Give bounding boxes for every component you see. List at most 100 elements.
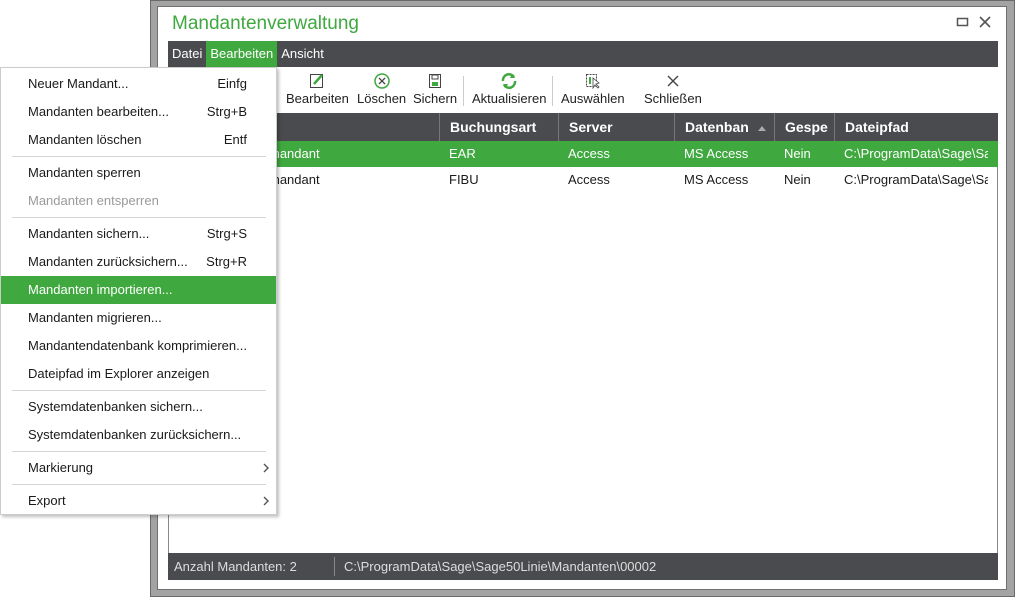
menu-item[interactable]: Neuer Mandant... Einfg [1,70,276,98]
cell-name: mandant [269,172,320,187]
menu-bar: Datei Bearbeiten Ansicht [168,41,998,67]
menu-item-label: Mandanten bearbeiten... [28,104,169,119]
menu-item-label: Export [28,493,66,508]
column-header-gesperrt[interactable]: Gespe [774,113,834,141]
menu-separator [12,390,266,391]
chevron-right-icon [263,496,269,506]
menu-bearbeiten[interactable]: Bearbeiten [206,41,278,67]
toolbar-save-button[interactable]: Sichern [413,72,457,106]
column-header-dateipfad[interactable]: Dateipfad [834,113,998,141]
cell-gesperrt: Nein [784,172,811,187]
close-button[interactable] [977,14,993,30]
mandanten-grid: Buchungsart Server Datenban Gespe Dateip… [168,113,998,553]
delete-circle-icon [373,73,390,89]
toolbar: Bearbeiten Löschen Sichern Aktualisieren… [168,68,998,112]
cell-server: Access [568,146,610,161]
menu-item[interactable]: Mandanten migrieren... [1,304,276,332]
menu-item[interactable]: Dateipfad im Explorer anzeigen [1,360,276,388]
maximize-button[interactable] [955,14,971,30]
toolbar-label: Bearbeiten [286,91,349,106]
edit-icon [310,74,324,88]
refresh-icon [501,73,517,89]
menu-item[interactable]: Systemdatenbanken sichern... [1,393,276,421]
toolbar-label: Löschen [357,91,407,106]
cell-buchungsart: FIBU [449,172,479,187]
cell-server: Access [568,172,610,187]
menu-item-label: Mandanten migrieren... [28,310,162,325]
sort-ascending-icon [757,126,766,131]
save-icon [429,74,442,88]
menu-separator [12,156,266,157]
menu-item[interactable]: Export [1,487,276,515]
cell-buchungsart: EAR [449,146,476,161]
toolbar-delete-button[interactable]: Löschen [357,72,406,106]
menu-item[interactable]: Mandanten importieren... [1,276,276,304]
menu-ansicht[interactable]: Ansicht [277,41,328,67]
cell-dateipfad: C:\ProgramData\Sage\Sa [844,146,988,161]
maximize-icon [956,17,969,27]
menu-item-shortcut: Strg+S [206,226,247,241]
toolbar-edit-button[interactable]: Bearbeiten [286,72,349,106]
menu-item[interactable]: Mandanten zurücksichern... Strg+R [1,248,276,276]
cell-dateipfad: C:\ProgramData\Sage\Sa [844,172,988,187]
toolbar-label: Aktualisieren [472,91,547,106]
window-title: Mandantenverwaltung [172,13,359,34]
status-count: Anzahl Mandanten: 2 [174,559,297,574]
table-row[interactable]: mandant EAR Access MS Access Nein C:\Pro… [169,141,998,167]
cell-datenbank: MS Access [684,172,749,187]
column-header-datenbank[interactable]: Datenban [674,113,774,141]
column-header-server[interactable]: Server [558,113,674,141]
menu-item-label: Markierung [28,460,94,475]
cell-gesperrt: Nein [784,146,811,161]
cell-name: mandant [269,146,320,161]
menu-item[interactable]: Mandantendatenbank komprimieren... [1,332,276,360]
bearbeiten-dropdown-menu: Neuer Mandant... Einfg Mandanten bearbeite… [0,67,277,515]
close-icon [979,16,991,28]
menu-item-shortcut: Entf [223,132,247,147]
menu-item-label: Neuer Mandant... [28,76,129,91]
menu-item[interactable]: Mandanten sperren [1,159,276,187]
menu-separator [12,484,266,485]
menu-item[interactable]: Mandanten löschen Entf [1,126,276,154]
table-row[interactable]: mandant FIBU Access MS Access Nein C:\Pr… [169,167,998,193]
menu-item-shortcut: Strg+R [206,254,247,269]
column-header-buchungsart[interactable]: Buchungsart [439,113,558,141]
toolbar-label: Sichern [413,91,458,106]
menu-datei[interactable]: Datei [168,41,206,67]
menu-item-label: Dateipfad im Explorer anzeigen [28,366,210,381]
menu-item-label: Systemdatenbanken sichern... [28,399,203,414]
toolbar-select-button[interactable]: Auswählen [561,72,625,106]
menu-item-label: Mandanten zurücksichern... [28,254,188,269]
close-icon [667,75,679,87]
toolbar-label: Schließen [644,91,702,106]
menu-item[interactable]: Mandanten bearbeiten... Strg+B [1,98,276,126]
menu-item-label: Mandanten importieren... [28,282,173,297]
menu-item-label: Mandantendatenbank komprimieren... [28,338,247,353]
menu-item-label: Mandanten sperren [28,165,141,180]
menu-item-label: Mandanten sichern... [28,226,150,241]
toolbar-separator [552,76,553,106]
menu-item[interactable]: Markierung [1,454,276,482]
column-header-label: Datenban [685,119,749,135]
toolbar-refresh-button[interactable]: Aktualisieren [472,72,546,106]
menu-item-label: Mandanten löschen [28,132,142,147]
cell-datenbank: MS Access [684,146,749,161]
toolbar-label: Auswählen [561,91,625,106]
menu-item-shortcut: Strg+B [206,104,247,119]
menu-item[interactable]: Systemdatenbanken zurücksichern... [1,421,276,449]
menu-item-label: Mandanten entsperren [28,193,159,208]
menu-item-shortcut: Einfg [217,76,247,91]
select-icon [585,74,600,90]
toolbar-separator [463,76,464,106]
menu-item[interactable]: Mandanten sichern... Strg+S [1,220,276,248]
status-path: C:\ProgramData\Sage\Sage50Linie\Mandante… [344,559,657,574]
grid-header: Buchungsart Server Datenban Gespe Dateip… [169,113,998,141]
status-bar: Anzahl Mandanten: 2 C:\ProgramData\Sage\… [168,553,998,580]
menu-separator [12,451,266,452]
chevron-right-icon [263,463,269,473]
toolbar-close-button[interactable]: Schließen [644,72,702,106]
status-separator [334,557,335,576]
menu-separator [12,217,266,218]
menu-item-label: Systemdatenbanken zurücksichern... [28,427,242,442]
menu-item: Mandanten entsperren [1,187,276,215]
